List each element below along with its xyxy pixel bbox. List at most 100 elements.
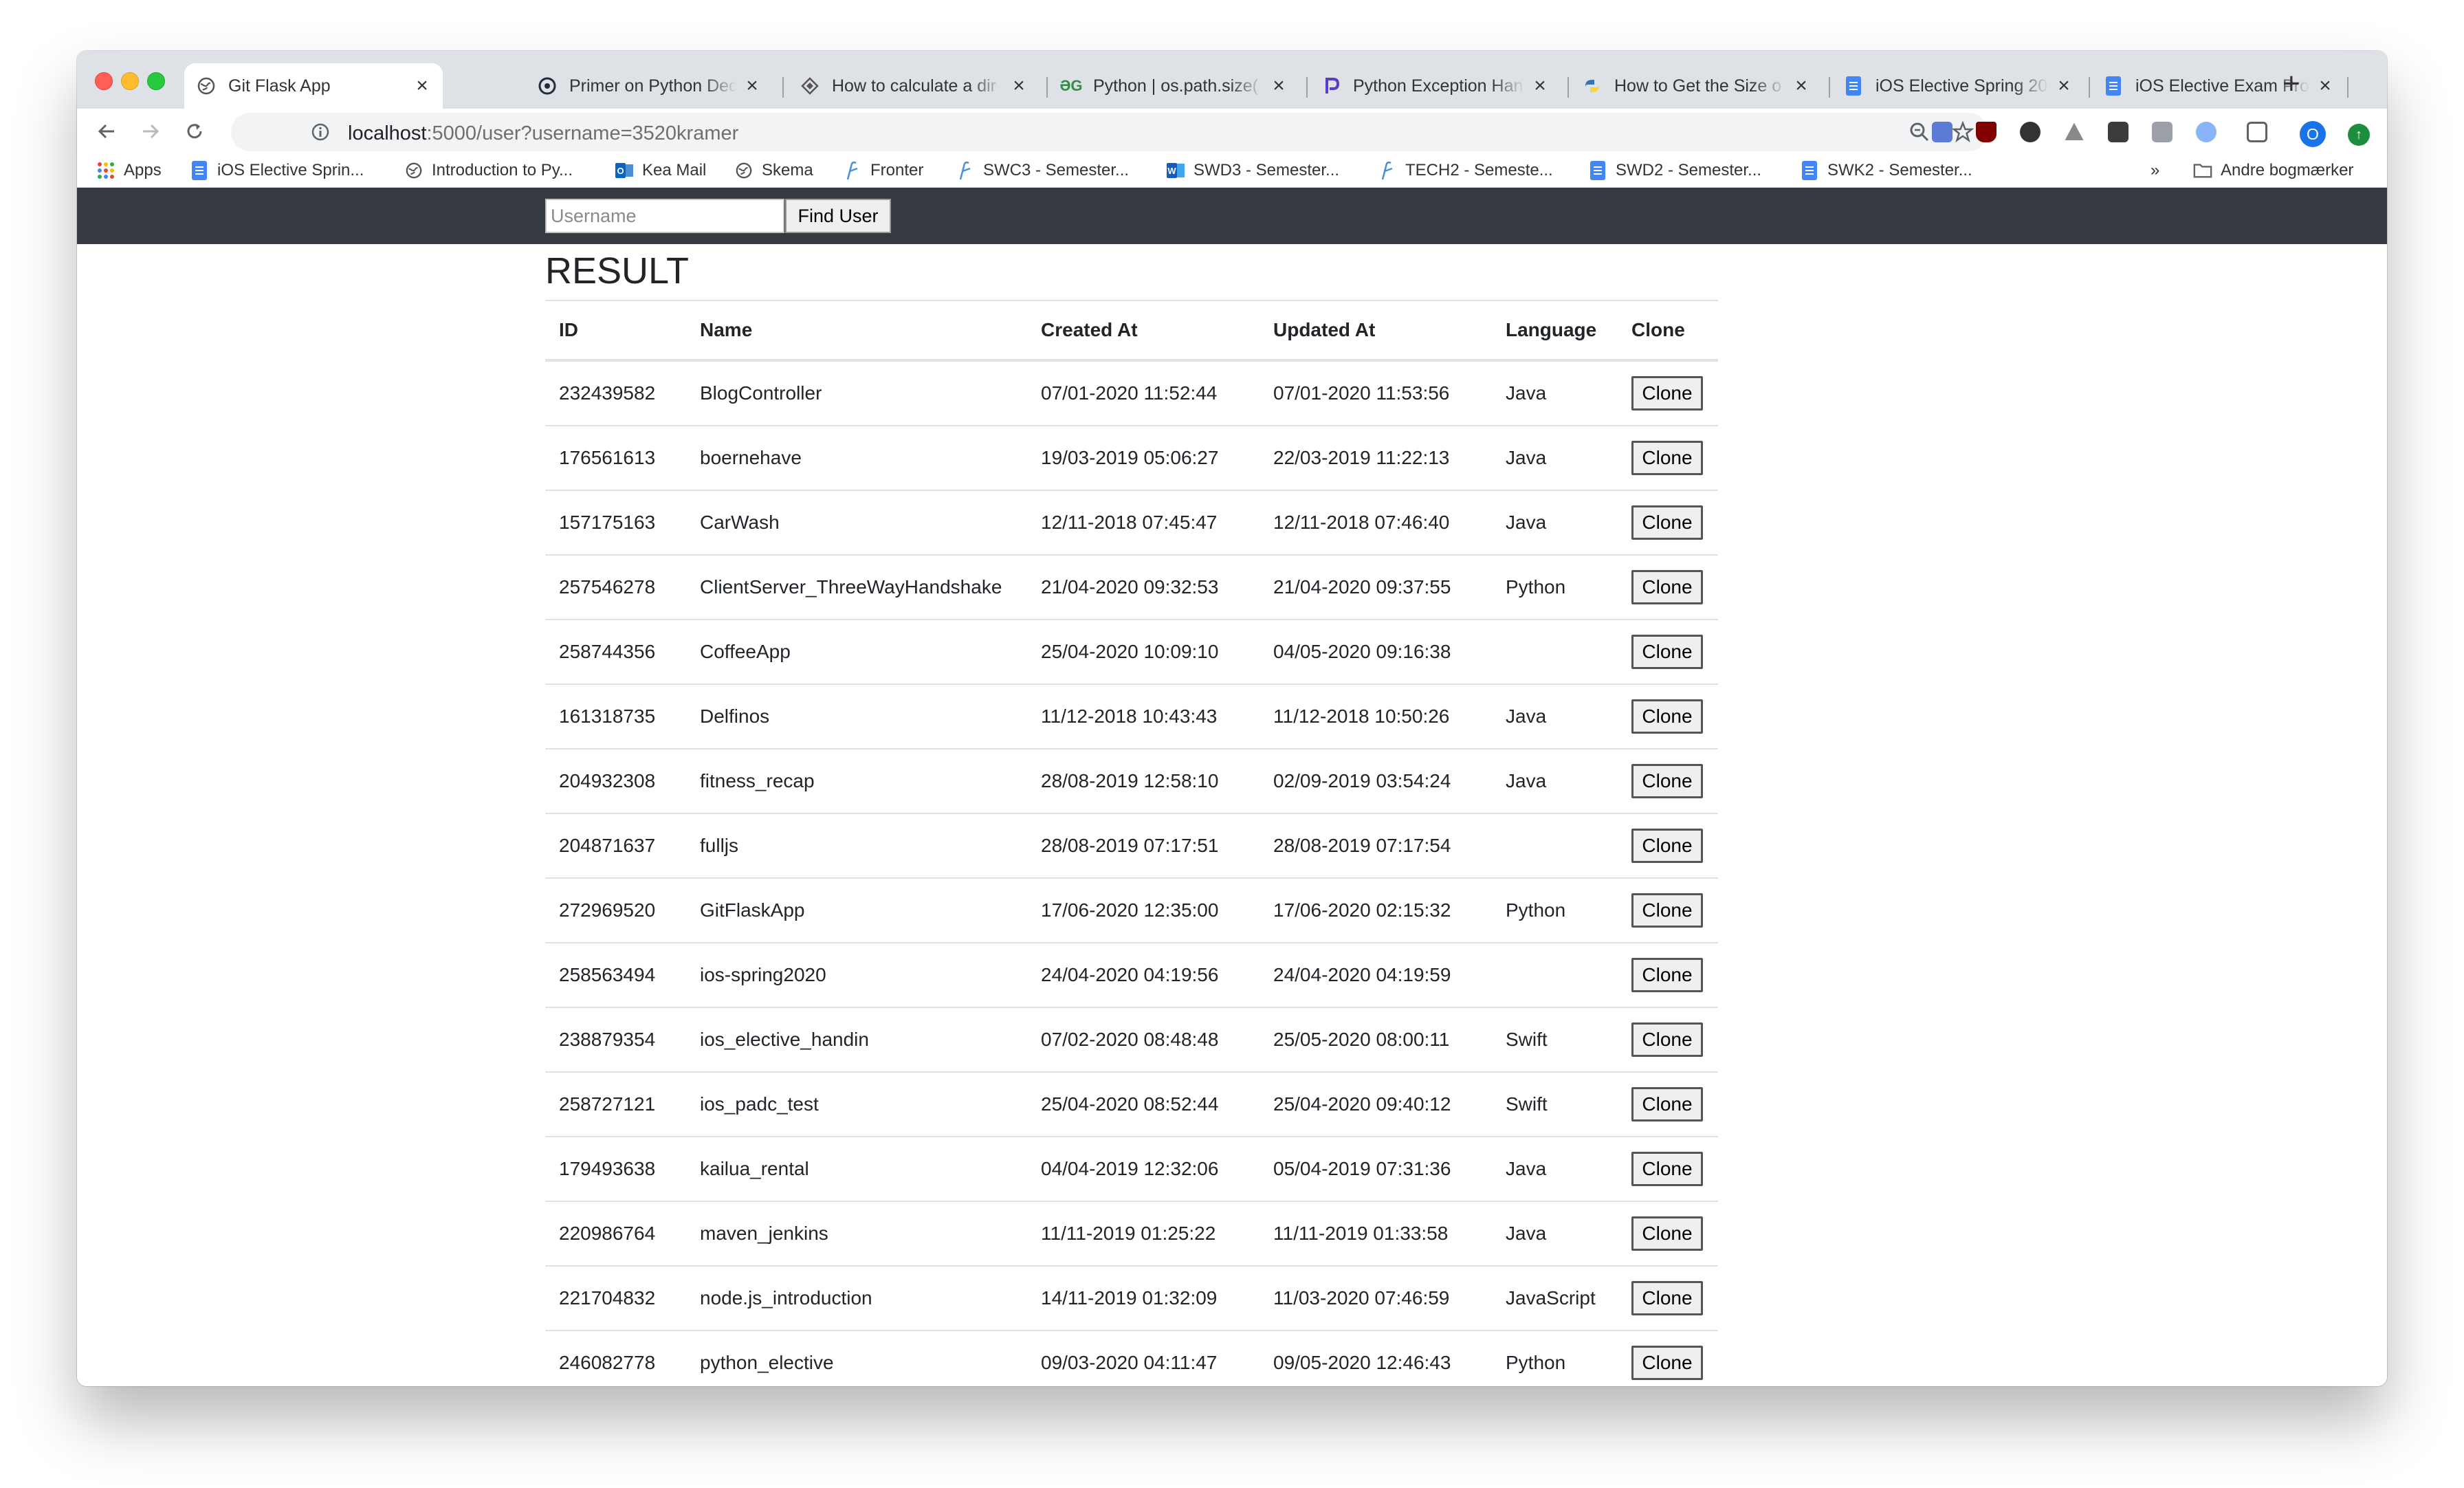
extension-icon[interactable]	[2152, 122, 2172, 142]
tab-primer-python[interactable]: Primer on Python Dec ×	[525, 63, 773, 109]
close-tab-icon[interactable]: ×	[2056, 76, 2072, 96]
bookmark-tech2[interactable]: TECH2 - Semeste...	[1378, 160, 1553, 182]
profile-avatar[interactable]: O	[2300, 121, 2326, 147]
maximize-window-button[interactable]	[147, 72, 165, 90]
minimize-window-button[interactable]	[121, 72, 139, 90]
bookmark-apps[interactable]: Apps	[96, 160, 162, 182]
clone-button[interactable]: Clone	[1631, 1152, 1703, 1186]
bookmark-label: TECH2 - Semeste...	[1405, 161, 1553, 179]
extension-icon[interactable]	[2020, 122, 2040, 142]
other-bookmarks-folder[interactable]: Andre bogmærker	[2193, 160, 2353, 182]
close-tab-icon[interactable]: ×	[414, 76, 430, 96]
close-tab-icon[interactable]: ×	[744, 76, 760, 96]
bookmark-kea-mail[interactable]: O Kea Mail	[615, 160, 706, 182]
bookmark-skema[interactable]: Skema	[734, 160, 813, 182]
tab-calculate-dir[interactable]: How to calculate a dir ×	[788, 63, 1040, 109]
cell-clone: Clone	[1618, 877, 1718, 943]
cell-clone: Clone	[1618, 683, 1718, 749]
clone-button[interactable]: Clone	[1631, 893, 1703, 928]
clone-button[interactable]: Clone	[1631, 1022, 1703, 1057]
find-user-button[interactable]: Find User	[785, 199, 891, 233]
clone-button[interactable]: Clone	[1631, 699, 1703, 734]
reload-button[interactable]	[179, 116, 210, 147]
cell-name: ios_elective_handin	[686, 1007, 1027, 1072]
cast-icon[interactable]	[2247, 122, 2267, 142]
close-window-button[interactable]	[95, 72, 113, 90]
clone-button[interactable]: Clone	[1631, 958, 1703, 992]
clone-button[interactable]: Clone	[1631, 635, 1703, 669]
arrow-left-icon	[98, 124, 114, 139]
zoom-icon[interactable]	[1908, 121, 1930, 146]
cell-id: 258563494	[545, 942, 686, 1007]
clone-button[interactable]: Clone	[1631, 441, 1703, 475]
cell-updated-at: 11/11-2019 01:33:58	[1260, 1201, 1492, 1266]
tab-os-path-size[interactable]: ƏG Python | os.path.size( ×	[1049, 63, 1299, 109]
clone-button[interactable]: Clone	[1631, 376, 1703, 411]
tab-ios-elective-exam[interactable]: iOS Elective Exam Pro ×	[2091, 63, 2346, 109]
cell-updated-at: 22/03-2019 11:22:13	[1260, 425, 1492, 490]
p-logo-icon	[1321, 76, 1341, 96]
cell-created-at: 07/01-2020 11:52:44	[1027, 360, 1260, 426]
cell-created-at: 25/04-2020 10:09:10	[1027, 619, 1260, 684]
column-header-created: Created At	[1027, 300, 1260, 362]
tab-get-size[interactable]: How to Get the Size o ×	[1570, 63, 1822, 109]
close-tab-icon[interactable]: ×	[1270, 76, 1287, 96]
cell-id: 272969520	[545, 877, 686, 943]
close-tab-icon[interactable]: ×	[1532, 76, 1548, 96]
clone-button[interactable]: Clone	[1631, 1346, 1703, 1380]
bookmark-intro-python[interactable]: Introduction to Py...	[404, 160, 573, 182]
cell-name: node.js_introduction	[686, 1265, 1027, 1331]
cell-language: Java	[1492, 1201, 1618, 1266]
bookmark-swd2[interactable]: SWD2 - Semester...	[1588, 160, 1761, 182]
cell-id: 257546278	[545, 554, 686, 620]
cell-updated-at: 11/03-2020 07:46:59	[1260, 1265, 1492, 1331]
bookmark-star-icon[interactable]	[1951, 120, 1974, 146]
bookmark-swd3[interactable]: W SWD3 - Semester...	[1166, 160, 1339, 182]
tab-ios-elective-spring[interactable]: iOS Elective Spring 20 ×	[1832, 63, 2084, 109]
table-row: 179493638 kailua_rental 04/04-2019 12:32:0…	[545, 1136, 1718, 1201]
cell-created-at: 07/02-2020 08:48:48	[1027, 1007, 1260, 1072]
cell-clone: Clone	[1618, 942, 1718, 1007]
clone-button[interactable]: Clone	[1631, 505, 1703, 540]
cell-clone: Clone	[1618, 619, 1718, 684]
close-tab-icon[interactable]: ×	[2317, 76, 2333, 96]
tab-separator	[2347, 77, 2348, 98]
clone-button[interactable]: Clone	[1631, 570, 1703, 604]
bookmark-fronter[interactable]: Fronter	[843, 160, 923, 182]
clone-button[interactable]: Clone	[1631, 1281, 1703, 1315]
cell-name: ClientServer_ThreeWayHandshake	[686, 554, 1027, 620]
cell-language: Java	[1492, 425, 1618, 490]
bookmark-ios-elective[interactable]: iOS Elective Sprin...	[190, 160, 364, 182]
tab-git-flask-app[interactable]: Git Flask App ×	[184, 63, 443, 109]
cell-name: boernehave	[686, 425, 1027, 490]
cell-clone: Clone	[1618, 360, 1718, 426]
tab-python-exception[interactable]: Python Exception Han ×	[1309, 63, 1561, 109]
terminal-extension-icon[interactable]	[2108, 122, 2128, 142]
cell-updated-at: 11/12-2018 10:50:26	[1260, 683, 1492, 749]
back-button[interactable]	[91, 116, 122, 147]
bookmark-swk2[interactable]: SWK2 - Semester...	[1800, 160, 1972, 182]
cell-updated-at: 21/04-2020 09:37:55	[1260, 554, 1492, 620]
address-bar[interactable]: localhost:5000/user?username=3520kramer	[231, 113, 1988, 151]
globe-icon	[197, 76, 216, 96]
ublock-origin-icon[interactable]	[1976, 122, 1996, 142]
update-icon[interactable]: ↑	[2348, 124, 2370, 146]
clone-button[interactable]: Clone	[1631, 1216, 1703, 1251]
username-input[interactable]	[545, 199, 784, 233]
close-tab-icon[interactable]: ×	[1011, 76, 1027, 96]
page-content: Find User RESULT ID Name Created At Upda…	[77, 188, 2387, 1386]
clone-button[interactable]: Clone	[1631, 764, 1703, 798]
clone-button[interactable]: Clone	[1631, 1087, 1703, 1122]
drive-extension-icon[interactable]	[2065, 122, 2084, 140]
cell-language: Python	[1492, 554, 1618, 620]
bookmarks-overflow-button[interactable]: »	[2150, 160, 2159, 182]
clone-button[interactable]: Clone	[1631, 829, 1703, 863]
extension-icon[interactable]	[2196, 122, 2216, 142]
info-icon[interactable]	[311, 122, 330, 145]
forward-button[interactable]	[135, 116, 166, 147]
bookmark-swc3[interactable]: SWC3 - Semester...	[956, 160, 1129, 182]
camera-extension-icon[interactable]	[1932, 122, 1952, 142]
new-tab-button[interactable]: +	[2282, 69, 2300, 99]
reload-icon	[187, 124, 202, 139]
close-tab-icon[interactable]: ×	[1793, 76, 1810, 96]
